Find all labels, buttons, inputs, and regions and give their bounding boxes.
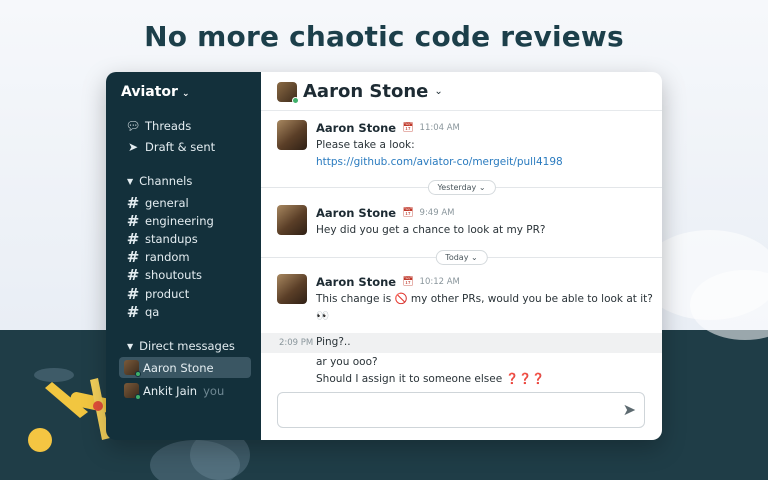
sidebar-item-channel[interactable]: # engineering bbox=[125, 212, 214, 230]
caret-down-icon: ▼ bbox=[127, 176, 134, 186]
hash-icon: # bbox=[126, 230, 140, 248]
date-label: Today bbox=[445, 253, 469, 262]
channel-label: shoutouts bbox=[145, 268, 202, 282]
hash-icon: # bbox=[126, 285, 140, 303]
workspace-name: Aviator bbox=[121, 84, 178, 100]
chevron-down-icon: ⌄ bbox=[470, 253, 478, 262]
message-author[interactable]: Aaron Stone bbox=[316, 274, 396, 291]
channel-label: engineering bbox=[145, 214, 214, 228]
workspace-switcher[interactable]: Aviator ⌄ bbox=[121, 84, 189, 100]
avatar[interactable] bbox=[277, 274, 307, 304]
message-text: ar you ooo? bbox=[316, 356, 378, 368]
message-author[interactable]: Aaron Stone bbox=[316, 120, 396, 137]
message-text: This change is 🚫 my other PRs, would you… bbox=[316, 293, 653, 305]
chevron-down-icon: ⌄ bbox=[181, 89, 190, 99]
message-input[interactable]: ➤ bbox=[277, 392, 645, 428]
chat-bubble-icon: 💬︎ bbox=[125, 119, 141, 133]
message: Aaron Stone 📅︎ 10:12 AM This change is 🚫… bbox=[277, 274, 653, 325]
avatar bbox=[277, 81, 299, 104]
calendar-icon: 📅︎ bbox=[402, 208, 414, 218]
sidebar-item-channel[interactable]: # standups bbox=[125, 230, 198, 248]
online-status-icon bbox=[292, 96, 299, 104]
sidebar-item-label: Threads bbox=[145, 119, 192, 133]
sidebar-item-dm[interactable]: Ankit Jain you bbox=[119, 380, 251, 401]
hash-icon: # bbox=[126, 194, 140, 212]
message-text: Ping?.. bbox=[316, 336, 351, 348]
avatar bbox=[124, 383, 141, 400]
message-author[interactable]: Aaron Stone bbox=[316, 205, 396, 222]
message-text: Please take a look: bbox=[316, 139, 415, 151]
message-text: Hey did you get a chance to look at my P… bbox=[316, 224, 546, 236]
chat-header[interactable]: Aaron Stone ⌄ bbox=[277, 81, 443, 104]
chat-title: Aaron Stone bbox=[303, 81, 429, 102]
date-pill[interactable]: Today ⌄ bbox=[435, 250, 488, 265]
date-label: Yesterday bbox=[437, 183, 477, 192]
caret-down-icon: ▼ bbox=[127, 341, 134, 351]
message-time: 9:49 AM bbox=[419, 208, 455, 218]
message: Aaron Stone 📅︎ 11:04 AM Please take a lo… bbox=[277, 120, 563, 171]
channel-label: standups bbox=[145, 232, 198, 246]
sidebar-item-channel[interactable]: # product bbox=[125, 285, 190, 303]
chat-panel: Aaron Stone ⌄ Aaron Stone 📅︎ 11:04 AM Pl… bbox=[261, 72, 662, 440]
page-headline: No more chaotic code reviews bbox=[144, 20, 624, 53]
message-time: 11:04 AM bbox=[419, 123, 460, 133]
send-icon: ➤ bbox=[127, 140, 139, 154]
dm-label: Aaron Stone bbox=[143, 360, 214, 375]
hash-icon: # bbox=[126, 303, 140, 321]
chevron-down-icon: ⌄ bbox=[478, 183, 486, 192]
sidebar-item-label: Draft & sent bbox=[145, 140, 216, 154]
you-tag: you bbox=[203, 383, 225, 398]
sidebar-item-channel[interactable]: # qa bbox=[125, 303, 160, 321]
calendar-icon: 📅︎ bbox=[402, 123, 414, 133]
message-time: 10:12 AM bbox=[419, 277, 460, 287]
message: Aaron Stone 📅︎ 9:49 AM Hey did you get a… bbox=[277, 205, 546, 239]
sidebar-item-dm[interactable]: Aaron Stone bbox=[119, 357, 251, 378]
dm-section-toggle[interactable]: ▼ Direct messages bbox=[127, 339, 235, 353]
send-icon[interactable]: ➤ bbox=[623, 402, 636, 418]
sidebar: Aviator ⌄ 💬︎ Threads ➤ Draft & sent ▼ Cha… bbox=[106, 72, 261, 440]
section-label: Channels bbox=[139, 174, 193, 188]
channels-section-toggle[interactable]: ▼ Channels bbox=[127, 174, 192, 188]
online-status-icon bbox=[135, 371, 141, 377]
hash-icon: # bbox=[126, 266, 140, 284]
online-status-icon bbox=[135, 394, 141, 400]
message-emoji: 👀 bbox=[316, 310, 330, 322]
channel-label: general bbox=[145, 196, 189, 210]
channel-label: product bbox=[145, 287, 190, 301]
sidebar-item-drafts[interactable]: ➤ Draft & sent bbox=[125, 140, 215, 154]
hash-icon: # bbox=[126, 212, 140, 230]
header-divider bbox=[261, 110, 662, 111]
sidebar-item-channel[interactable]: # random bbox=[125, 248, 190, 266]
hash-icon: # bbox=[126, 248, 140, 266]
message-link[interactable]: https://github.com/aviator-co/mergeit/pu… bbox=[316, 154, 563, 171]
date-pill[interactable]: Yesterday ⌄ bbox=[427, 180, 496, 195]
channel-label: random bbox=[145, 250, 190, 264]
sidebar-item-threads[interactable]: 💬︎ Threads bbox=[125, 119, 191, 133]
sidebar-item-channel[interactable]: # shoutouts bbox=[125, 266, 202, 284]
message-time: 2:09 PM bbox=[279, 338, 314, 348]
avatar bbox=[124, 360, 141, 377]
dm-label: Ankit Jain bbox=[143, 383, 198, 398]
sidebar-item-channel[interactable]: # general bbox=[125, 194, 189, 212]
message-text: Should I assign it to someone elsee ❓❓❓ bbox=[316, 373, 545, 385]
avatar[interactable] bbox=[277, 120, 307, 150]
chevron-down-icon: ⌄ bbox=[434, 86, 443, 97]
calendar-icon: 📅︎ bbox=[402, 277, 414, 287]
chat-app-window: Aviator ⌄ 💬︎ Threads ➤ Draft & sent ▼ Cha… bbox=[106, 72, 662, 440]
channel-label: qa bbox=[145, 305, 160, 319]
section-label: Direct messages bbox=[139, 339, 235, 353]
avatar[interactable] bbox=[277, 205, 307, 235]
